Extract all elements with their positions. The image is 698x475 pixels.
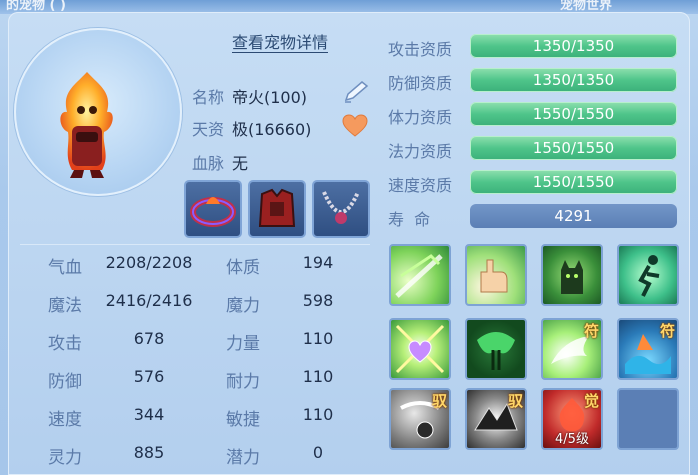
stat-label: 潜力 — [226, 448, 260, 468]
stat-value: 110 — [302, 329, 334, 348]
quality-label-speed: 速度资质 — [388, 176, 453, 195]
skill-slot[interactable]: 觉 4/5级 — [541, 388, 603, 450]
quality-label-mana: 法力资质 — [388, 142, 453, 161]
skill-badge: 符 — [583, 322, 599, 340]
stat-value: 598 — [302, 291, 334, 310]
skill-slot-empty[interactable] — [617, 388, 679, 450]
quality-value: 1550/1550 — [532, 139, 615, 157]
life-bar: 4291 — [470, 204, 677, 228]
quality-bar-speed: 1550/1550 — [470, 170, 677, 194]
equip-slot-necklace[interactable] — [312, 180, 370, 238]
stat-label: 魔力 — [226, 296, 260, 316]
stat-label: 耐力 — [226, 372, 260, 392]
quality-value: 1350/1350 — [532, 37, 615, 55]
ring-equipment-icon — [190, 197, 236, 227]
stat-value: 678 — [133, 329, 165, 348]
divider — [20, 244, 370, 245]
stat-label: 气血 — [48, 258, 82, 278]
quality-label-defense: 防御资质 — [388, 74, 453, 93]
bloodline-label: 血脉 — [192, 154, 225, 173]
stat-label: 速度 — [48, 410, 82, 430]
skill-badge: 驭 — [431, 392, 447, 410]
quality-bar-stamina: 1550/1550 — [470, 102, 677, 126]
stat-label: 灵力 — [48, 448, 82, 468]
aptitude-label: 天资 — [192, 120, 225, 139]
skill-cat-icon — [561, 260, 583, 294]
skill-slot[interactable] — [541, 244, 603, 306]
stat-label: 力量 — [226, 334, 260, 354]
quality-value: 1350/1350 — [532, 71, 615, 89]
stat-label: 魔法 — [48, 296, 82, 316]
skill-slot[interactable]: 驭 — [389, 388, 451, 450]
bloodline-value: 无 — [232, 154, 249, 173]
stat-value: 2416/2416 — [105, 291, 193, 310]
stat-value: 110 — [302, 405, 334, 424]
stat-label: 敏捷 — [226, 410, 260, 430]
skill-slot[interactable] — [465, 244, 527, 306]
skill-level: 4/5级 — [555, 432, 589, 447]
skill-badge: 觉 — [583, 392, 599, 410]
quality-label-attack: 攻击资质 — [388, 40, 453, 59]
skill-slot[interactable]: 符 — [541, 318, 603, 380]
aptitude-value: 极(16660) — [232, 120, 312, 139]
skill-sweep-icon — [395, 254, 443, 298]
skill-slot[interactable] — [617, 244, 679, 306]
life-value: 4291 — [554, 207, 593, 225]
stat-label: 攻击 — [48, 334, 82, 354]
stat-value: 576 — [133, 367, 165, 386]
stat-label: 防御 — [48, 372, 82, 392]
skill-slot[interactable] — [389, 244, 451, 306]
equip-slot-ring[interactable] — [184, 180, 242, 238]
name-label: 名称 — [192, 88, 225, 107]
view-pet-details-link[interactable]: 查看宠物详情 — [232, 34, 329, 53]
skill-runner-icon — [638, 255, 660, 297]
stat-value: 110 — [302, 367, 334, 386]
stat-value: 2208/2208 — [105, 253, 193, 272]
stat-value: 344 — [133, 405, 165, 424]
skill-slot[interactable] — [389, 318, 451, 380]
quality-bar-attack: 1350/1350 — [470, 34, 677, 58]
skill-badge: 符 — [659, 322, 675, 340]
skill-slot[interactable] — [465, 318, 527, 380]
heart-icon[interactable] — [342, 114, 368, 138]
equip-slot-armor[interactable] — [248, 180, 306, 238]
skill-slot[interactable]: 驭 — [465, 388, 527, 450]
stat-value: 194 — [302, 253, 334, 272]
name-value: 帝火(100) — [232, 88, 308, 107]
necklace-equipment-icon — [322, 191, 360, 224]
skill-heart-icon — [395, 324, 445, 374]
skill-leaf-icon — [477, 332, 515, 370]
quality-label-stamina: 体力资质 — [388, 108, 453, 127]
skill-badge: 驭 — [507, 392, 523, 410]
stat-value: 885 — [133, 443, 165, 462]
armor-equipment-icon — [258, 188, 296, 227]
quality-value: 1550/1550 — [532, 173, 615, 191]
quality-bar-defense: 1350/1350 — [470, 68, 677, 92]
stat-label: 体质 — [226, 258, 260, 278]
skill-slot[interactable]: 符 — [617, 318, 679, 380]
quality-bar-mana: 1550/1550 — [470, 136, 677, 160]
stat-value: 0 — [312, 443, 324, 462]
pet-fire-emperor-icon — [60, 72, 113, 178]
quality-value: 1550/1550 — [532, 105, 615, 123]
skill-hand-icon — [480, 259, 508, 293]
rename-pen-icon[interactable] — [342, 80, 370, 104]
life-label: 寿 命 — [388, 210, 431, 229]
